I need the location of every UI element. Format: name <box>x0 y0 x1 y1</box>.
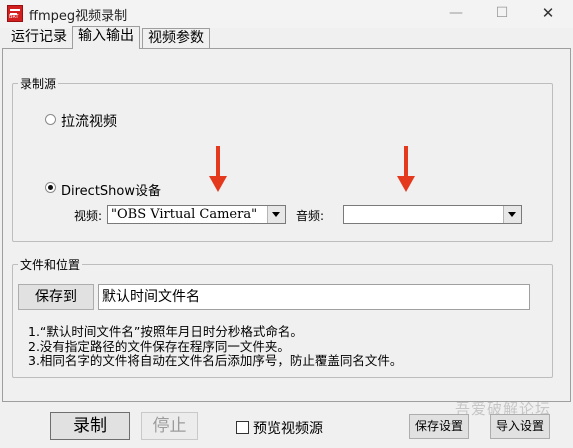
audio-device-select[interactable] <box>343 205 522 224</box>
tab-run-log[interactable]: 运行记录 <box>6 28 73 48</box>
file-location-title: 文件和位置 <box>18 256 83 273</box>
video-device-label: 视频: <box>74 209 103 223</box>
minimize-button[interactable]: — <box>433 0 479 28</box>
red-arrow-icon-audio <box>404 146 408 176</box>
recording-source-title: 录制源 <box>18 75 59 92</box>
preview-checkbox-label[interactable]: 预览视频源 <box>253 418 323 438</box>
preview-checkbox[interactable] <box>236 421 249 434</box>
save-to-button[interactable]: 保存到 <box>18 284 94 310</box>
import-settings-button[interactable]: 导入设置 <box>490 414 550 439</box>
red-arrow-icon-video <box>216 146 220 176</box>
video-device-value: "OBS Virtual Camera" <box>111 207 258 222</box>
window-title: ffmpeg视频录制 <box>29 9 128 24</box>
chevron-down-icon[interactable] <box>267 206 285 223</box>
maximize-button[interactable]: ☐ <box>479 0 525 28</box>
record-button[interactable]: 录制 <box>50 412 130 440</box>
close-button[interactable]: ✕ <box>525 0 571 28</box>
filename-input[interactable]: 默认时间文件名 <box>98 284 530 310</box>
directshow-radio-label[interactable]: DirectShow设备 <box>61 180 161 199</box>
red-arrowhead-icon-video <box>209 176 227 192</box>
video-device-select[interactable]: "OBS Virtual Camera" <box>107 205 286 224</box>
app-icon: BRT <box>7 5 23 22</box>
save-settings-button[interactable]: 保存设置 <box>409 414 469 439</box>
stop-button[interactable]: 停止 <box>141 412 198 440</box>
red-arrowhead-icon-audio <box>397 176 415 192</box>
stream-radio[interactable] <box>45 114 56 125</box>
note-line: 3.相同名字的文件将自动在文件名后添加序号，防止覆盖同名文件。 <box>28 353 403 368</box>
stream-radio-label[interactable]: 拉流视频 <box>61 111 117 131</box>
audio-device-label: 音频: <box>296 209 325 223</box>
chevron-down-icon[interactable] <box>503 206 521 223</box>
directshow-radio[interactable] <box>45 182 56 193</box>
tab-video-params[interactable]: 视频参数 <box>142 28 210 48</box>
tab-input-output[interactable]: 输入输出 <box>72 26 140 49</box>
